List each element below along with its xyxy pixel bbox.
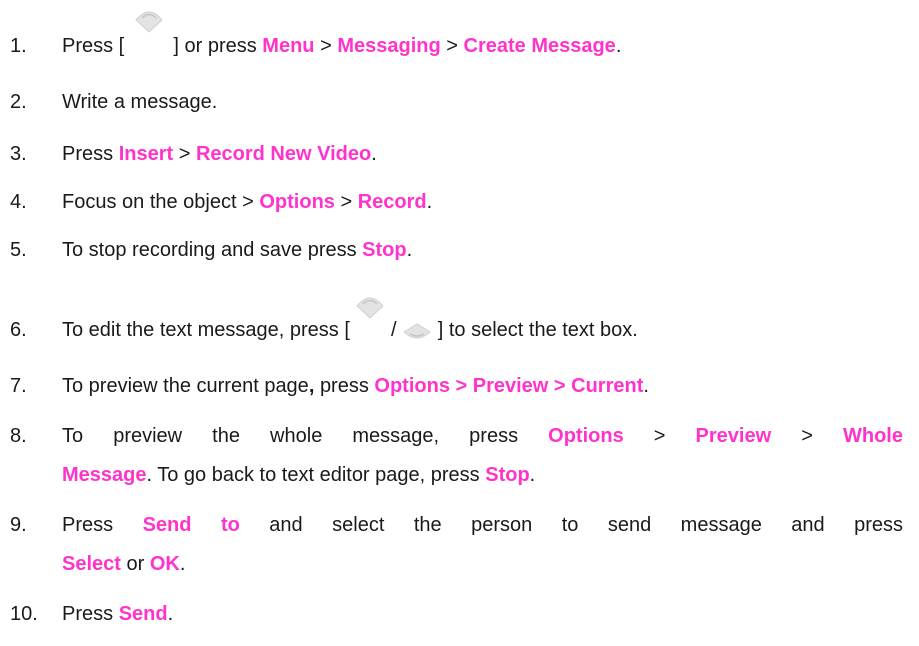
- step-text: Press Insert > Record New Video.: [62, 142, 903, 166]
- create-message-label: Create Message: [463, 35, 616, 57]
- step-text-part: To preview the current page: [62, 375, 309, 397]
- step-text-part: ] or press: [173, 35, 257, 57]
- period: .: [529, 464, 536, 486]
- period: .: [406, 239, 413, 261]
- step-text-line-1: Press Send to and select the person to s…: [62, 513, 903, 537]
- step-text: To edit the text message, press [ / ] to…: [62, 297, 903, 342]
- stop-label: Stop: [362, 239, 407, 261]
- period: .: [643, 375, 649, 397]
- step-text: To stop recording and save press Stop.: [62, 238, 903, 262]
- step-text-part: Press: [62, 143, 114, 165]
- options-label: Options: [259, 191, 335, 213]
- step-text-line-2: Message. To go back to text editor page,…: [62, 463, 903, 487]
- step-text-part: Focus on the object >: [62, 191, 254, 213]
- slash: /: [391, 319, 397, 341]
- messaging-label: Messaging: [337, 35, 441, 57]
- step-text-part: and select the person to send message an…: [269, 514, 904, 536]
- step-number: 6.: [10, 319, 27, 341]
- options-label: Options: [548, 425, 624, 447]
- record-new-video-label: Record New Video: [195, 143, 372, 165]
- separator: >: [178, 143, 191, 165]
- step-text-part: Press: [62, 514, 114, 536]
- up-key-icon: [355, 297, 385, 342]
- comma: ,: [308, 375, 315, 397]
- period: .: [167, 603, 174, 625]
- period: .: [179, 553, 186, 575]
- step-number: 5.: [10, 239, 27, 261]
- period: .: [371, 143, 377, 165]
- step-number: 4.: [10, 191, 27, 213]
- step-text: Press [ ] or press Menu > Messaging > Cr…: [62, 11, 903, 58]
- step-number: 8.: [10, 425, 27, 447]
- options-preview-current-label: Options > Preview > Current: [374, 375, 644, 397]
- select-label: Select: [62, 553, 121, 575]
- separator: >: [446, 35, 458, 57]
- send-label: Send: [118, 603, 168, 625]
- step-text: Press Send.: [62, 602, 903, 626]
- separator: >: [653, 425, 666, 447]
- ok-label: OK: [149, 553, 180, 575]
- step-text-part: or: [126, 553, 145, 575]
- step-text: To preview the current page, press Optio…: [62, 374, 903, 398]
- step-text-line-2: Select or OK.: [62, 552, 903, 576]
- step-number: 7.: [10, 375, 27, 397]
- step-number: 1.: [10, 35, 27, 57]
- preview-label: Preview: [695, 425, 772, 447]
- record-label: Record: [357, 191, 427, 213]
- message-label: Message: [62, 464, 147, 486]
- step-number: 9.: [10, 514, 27, 536]
- step-text-part: Press: [62, 603, 114, 625]
- step-text-part: ] to select the text box.: [437, 319, 638, 341]
- stop-label: Stop: [485, 464, 530, 486]
- step-text-part: . To go back to text editor page, press: [146, 464, 480, 486]
- separator: >: [340, 191, 353, 213]
- step-text: Write a message.: [62, 91, 218, 113]
- step-number: 3.: [10, 143, 27, 165]
- step-text-part: press: [319, 375, 369, 397]
- down-key-icon: [402, 320, 432, 342]
- step-number: 2.: [10, 91, 27, 113]
- separator: >: [320, 35, 332, 57]
- step-text-part: To preview the whole message, press: [62, 425, 519, 447]
- step-text-part: Press [: [62, 35, 125, 57]
- period: .: [426, 191, 433, 213]
- send-to-label: Send to: [142, 514, 240, 536]
- period: .: [615, 35, 622, 57]
- whole-label: Whole: [843, 425, 903, 447]
- menu-label: Menu: [262, 35, 315, 57]
- step-text: Focus on the object > Options > Record.: [62, 190, 903, 214]
- step-text-part: To edit the text message, press [: [62, 319, 350, 341]
- separator: >: [801, 425, 813, 447]
- step-number: 10.: [10, 603, 38, 625]
- step-text-part: To stop recording and save press: [62, 239, 357, 261]
- up-key-icon: [130, 11, 168, 58]
- step-text-line-1: To preview the whole message, press Opti…: [62, 424, 903, 448]
- insert-label: Insert: [118, 143, 174, 165]
